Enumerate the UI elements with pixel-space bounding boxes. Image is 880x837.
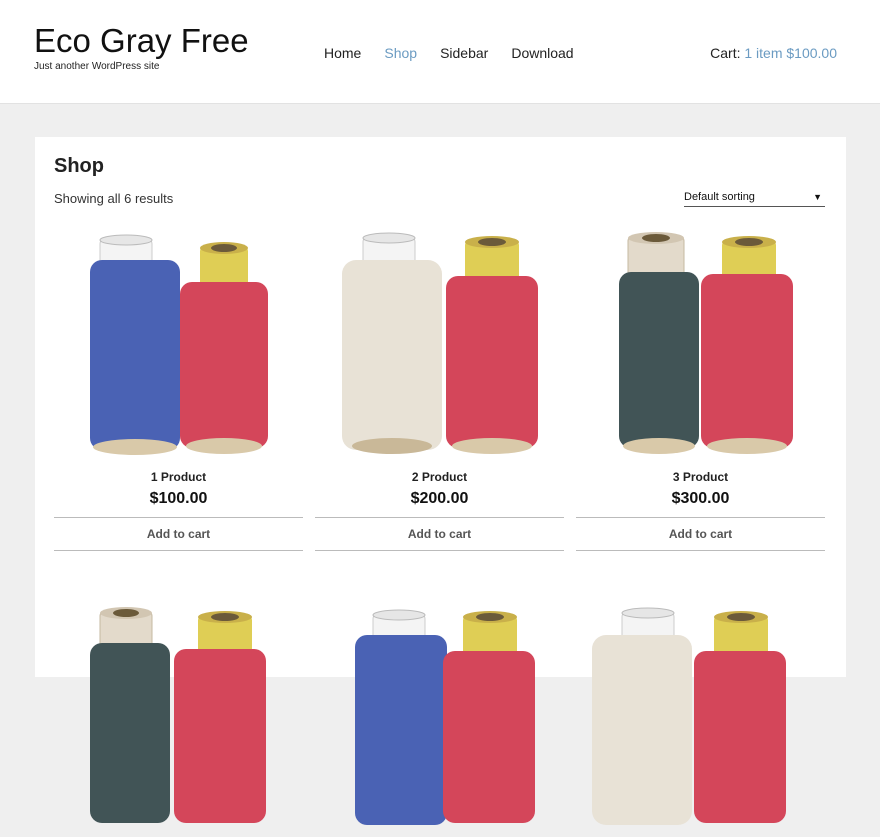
dropdown-arrow-icon: ▼ — [813, 192, 822, 202]
product-name[interactable]: 3 Product — [576, 470, 825, 484]
result-count: Showing all 6 results — [54, 191, 174, 206]
add-to-cart-button[interactable]: Add to cart — [576, 517, 825, 551]
sorting-select[interactable]: Default sorting ▼ — [684, 191, 825, 207]
cart-label: Cart: — [710, 45, 741, 61]
product-image[interactable] — [315, 232, 564, 462]
site-title[interactable]: Eco Gray Free — [34, 22, 249, 60]
shop-content: Shop Showing all 6 results Default sorti… — [35, 137, 846, 825]
product-image[interactable] — [54, 607, 303, 837]
product-image[interactable] — [576, 232, 825, 462]
product-price: $300.00 — [671, 490, 730, 507]
product-price: $200.00 — [410, 490, 469, 507]
product-price: $100.00 — [149, 490, 208, 507]
site-tagline: Just another WordPress site — [34, 61, 160, 72]
main-nav: Home Shop Sidebar Download — [324, 45, 597, 61]
product-name[interactable]: 1 Product — [54, 470, 303, 484]
product-image[interactable] — [54, 232, 303, 462]
nav-item-home[interactable]: Home — [324, 45, 361, 61]
product-name[interactable]: 2 Product — [315, 470, 564, 484]
sorting-value: Default sorting — [684, 191, 755, 203]
nav-item-download[interactable]: Download — [511, 45, 573, 61]
page-title: Shop — [54, 155, 104, 177]
add-to-cart-button[interactable]: Add to cart — [54, 517, 303, 551]
product-image[interactable] — [315, 607, 564, 837]
cart-widget: Cart: 1 item $100.00 — [710, 45, 837, 61]
nav-item-shop[interactable]: Shop — [384, 45, 417, 61]
site-header: Eco Gray Free Just another WordPress sit… — [0, 0, 880, 104]
nav-item-sidebar[interactable]: Sidebar — [440, 45, 488, 61]
cart-link[interactable]: 1 item $100.00 — [744, 45, 837, 61]
spool-body — [90, 260, 180, 450]
product-image[interactable] — [576, 607, 825, 837]
add-to-cart-button[interactable]: Add to cart — [315, 517, 564, 551]
